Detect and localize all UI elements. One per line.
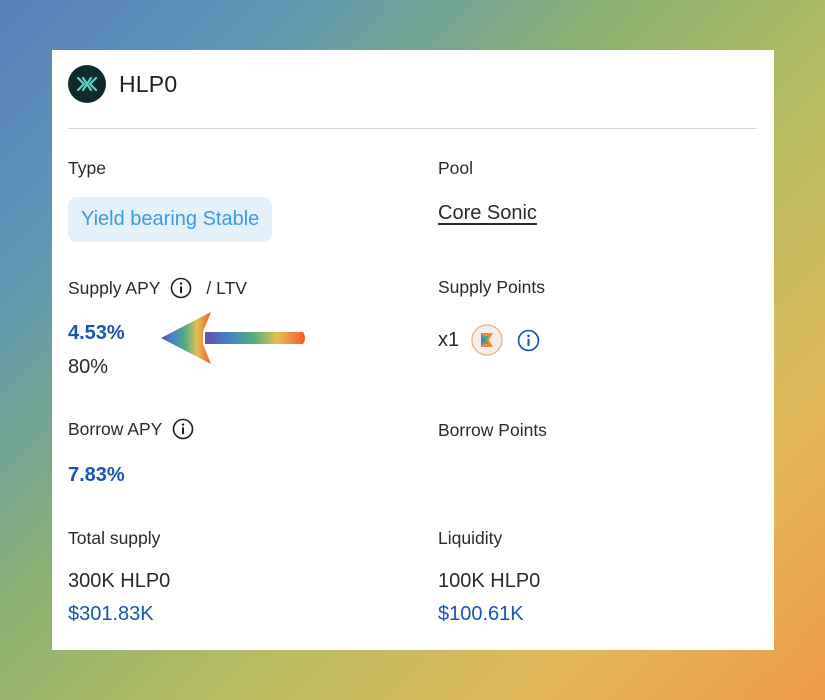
- gradient-arrow-icon: [161, 312, 305, 364]
- ltv-label: / LTV: [206, 277, 247, 298]
- pool-link[interactable]: Core Sonic: [438, 202, 537, 225]
- hlp0-logo-icon: [68, 65, 106, 103]
- borrow-points-label: Borrow Points: [438, 420, 547, 440]
- liquidity-amount: 100K HLP0: [438, 570, 541, 592]
- ltv-value: 80%: [68, 356, 109, 378]
- info-circle-icon[interactable]: [517, 329, 540, 352]
- supply-points-row: x1: [438, 324, 540, 356]
- type-badge: Yield bearing Stable: [68, 197, 273, 242]
- supply-points-label: Supply Points: [438, 277, 546, 297]
- supply-apy-label: Supply APY: [68, 277, 161, 298]
- header-divider: [68, 128, 757, 129]
- info-circle-icon[interactable]: [170, 277, 192, 299]
- supply-apy-value: 4.53%: [68, 322, 125, 344]
- total-supply-amount: 300K HLP0: [68, 570, 171, 592]
- supply-apy-label-row: Supply APY / LTV: [68, 277, 247, 299]
- total-supply-label: Total supply: [68, 528, 161, 548]
- asset-title: HLP0: [119, 70, 178, 97]
- borrow-apy-label-row: Borrow APY: [68, 418, 194, 440]
- supply-points-multiplier: x1: [438, 328, 460, 351]
- borrow-apy-label: Borrow APY: [68, 418, 163, 439]
- liquidity-usd: $100.61K: [438, 603, 524, 625]
- type-label: Type: [68, 158, 106, 178]
- total-supply-usd: $301.83K: [68, 603, 154, 625]
- info-circle-icon[interactable]: [172, 418, 194, 440]
- pool-label: Pool: [438, 158, 474, 178]
- card-header: HLP0: [68, 65, 178, 103]
- liquidity-label: Liquidity: [438, 528, 503, 548]
- borrow-apy-value: 7.83%: [68, 464, 125, 486]
- points-token-icon: [471, 324, 503, 356]
